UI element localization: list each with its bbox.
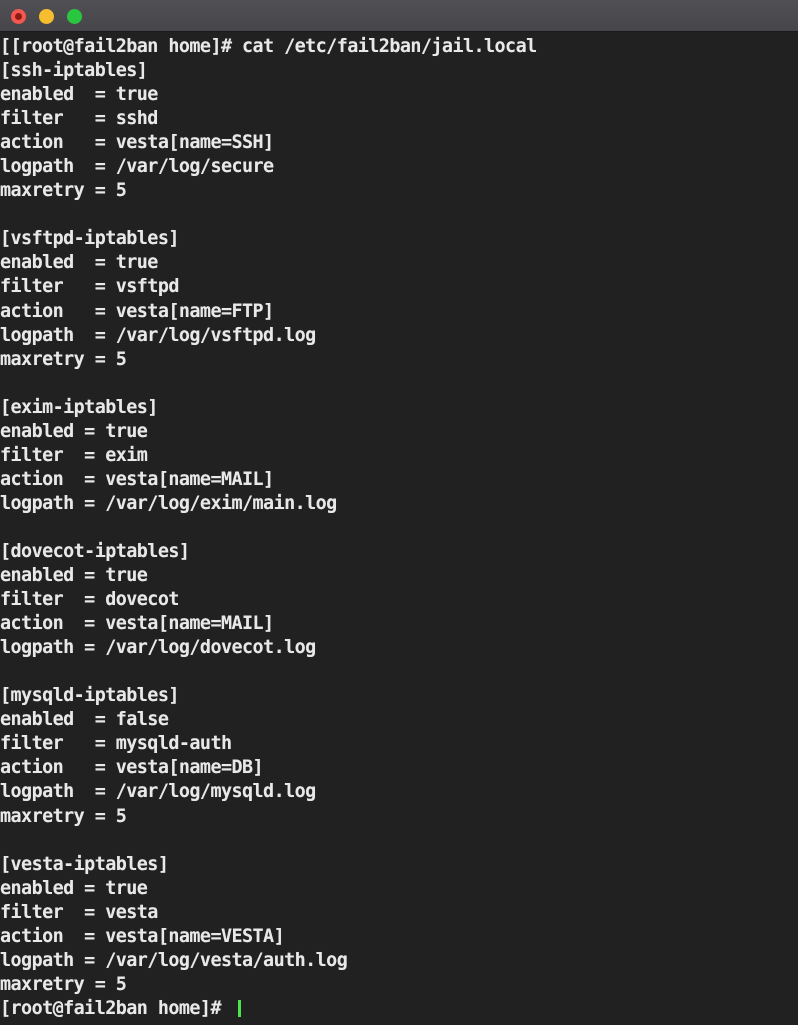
terminal-line: enabled = true — [0, 84, 158, 106]
terminal-line: action = vesta[name=DB] — [0, 757, 264, 779]
terminal-line: maxretry = 5 — [0, 348, 127, 370]
close-button[interactable] — [11, 9, 26, 24]
terminal-line: action = vesta[name=FTP] — [0, 300, 274, 322]
terminal-line: filter = vesta — [0, 901, 158, 923]
terminal-prompt-line: [root@fail2ban home]# — [0, 997, 537, 1021]
terminal-line: [vesta-iptables] — [0, 853, 169, 875]
terminal-line: [dovecot-iptables] — [0, 540, 190, 562]
terminal-line: action = vesta[name=SSH] — [0, 132, 274, 154]
terminal-line: logpath = /var/log/mysqld.log — [0, 781, 316, 803]
terminal-line: maxretry = 5 — [0, 805, 127, 827]
terminal-line: enabled = true — [0, 565, 148, 587]
terminal-line: filter = mysqld-auth — [0, 733, 232, 755]
terminal-line: filter = exim — [0, 444, 148, 466]
terminal-line: action = vesta[name=MAIL] — [0, 613, 274, 635]
terminal-line: maxretry = 5 — [0, 973, 127, 995]
terminal-screen[interactable]: [[root@fail2ban home]# cat /etc/fail2ban… — [0, 33, 798, 1025]
maximize-button[interactable] — [67, 9, 82, 24]
terminal-line: filter = dovecot — [0, 589, 179, 611]
terminal-line: enabled = false — [0, 709, 169, 731]
terminal-line: logpath = /var/log/vesta/auth.log — [0, 949, 348, 971]
terminal-line: filter = sshd — [0, 108, 158, 130]
terminal-window: [[root@fail2ban home]# cat /etc/fail2ban… — [0, 0, 798, 1025]
terminal-line: logpath = /var/log/exim/main.log — [0, 492, 337, 514]
text-cursor — [237, 999, 241, 1017]
terminal-line: [ssh-iptables] — [0, 60, 148, 82]
terminal-line: [vsftpd-iptables] — [0, 228, 179, 250]
terminal-line: filter = vsftpd — [0, 276, 179, 298]
terminal-line: logpath = /var/log/dovecot.log — [0, 637, 316, 659]
terminal-line: maxretry = 5 — [0, 180, 127, 202]
terminal-line: enabled = true — [0, 252, 158, 274]
minimize-button[interactable] — [39, 9, 54, 24]
terminal-line: action = vesta[name=MAIL] — [0, 468, 274, 490]
terminal-line: [mysqld-iptables] — [0, 685, 179, 707]
terminal-line: action = vesta[name=VESTA] — [0, 925, 285, 947]
terminal-line: enabled = true — [0, 877, 148, 899]
window-titlebar[interactable] — [0, 0, 798, 32]
terminal-line: [[root@fail2ban home]# cat /etc/fail2ban… — [0, 36, 537, 57]
terminal-line: [exim-iptables] — [0, 396, 158, 418]
terminal-line: logpath = /var/log/vsftpd.log — [0, 324, 316, 346]
shell-prompt: [root@fail2ban home]# — [0, 997, 232, 1019]
terminal-output: [[root@fail2ban home]# cat /etc/fail2ban… — [0, 35, 537, 1021]
traffic-light-buttons — [11, 9, 82, 24]
terminal-line: logpath = /var/log/secure — [0, 156, 274, 178]
terminal-line: enabled = true — [0, 420, 148, 442]
